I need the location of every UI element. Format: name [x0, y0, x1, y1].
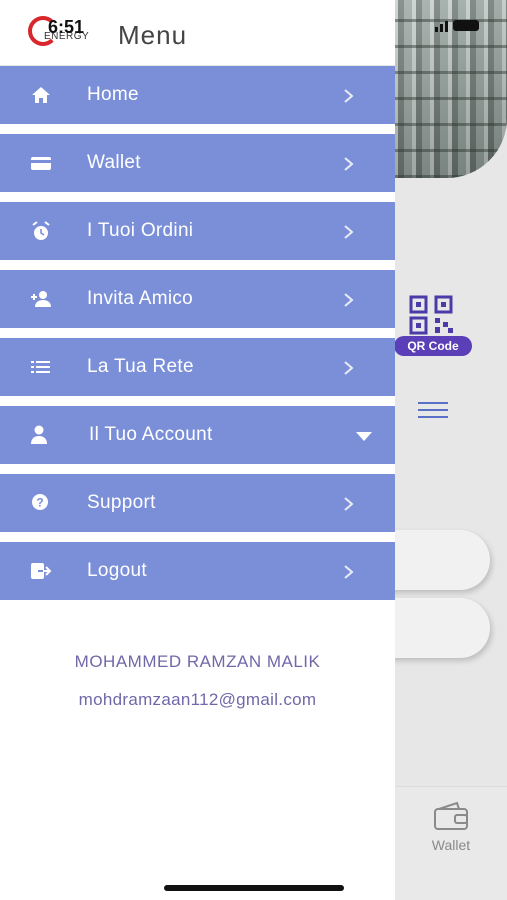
status-time: 6:51 — [48, 17, 85, 37]
alarm-icon — [32, 221, 50, 240]
card-icon — [31, 157, 51, 170]
menu-item-label: Wallet — [87, 152, 141, 173]
chevron-right-icon — [344, 293, 354, 307]
bottom-tab-bar: Wallet — [395, 786, 507, 900]
chevron-right-icon — [344, 89, 354, 103]
menu-item-support[interactable]: ? Support — [0, 474, 395, 532]
menu-item-label: Home — [87, 84, 139, 105]
hamburger-menu-icon[interactable] — [418, 402, 448, 418]
home-icon — [32, 87, 50, 103]
chevron-right-icon — [344, 361, 354, 375]
menu-item-label: La Tua Rete — [87, 356, 194, 377]
menu-item-label: Logout — [87, 560, 147, 581]
battery-icon — [453, 20, 479, 31]
navigation-drawer: ENERGY 6:51 Menu Home Wallet I Tuoi Ordi… — [0, 0, 395, 900]
drawer-header: ENERGY 6:51 Menu — [0, 0, 395, 66]
qr-code-icon — [409, 295, 453, 335]
list-icon — [31, 361, 50, 373]
help-icon: ? — [32, 494, 48, 510]
menu-item-label: Invita Amico — [87, 288, 194, 309]
caret-down-icon — [356, 432, 372, 441]
tab-wallet-label: Wallet — [431, 837, 471, 853]
chevron-right-icon — [344, 497, 354, 511]
qr-code-button[interactable]: QR Code — [394, 294, 472, 364]
menu-item-home[interactable]: Home — [0, 66, 395, 124]
chevron-right-icon — [344, 157, 354, 171]
person-icon — [31, 425, 47, 444]
status-icons — [435, 18, 479, 32]
menu-item-label: I Tuoi Ordini — [87, 220, 194, 241]
logout-icon — [31, 563, 52, 579]
user-email: mohdramzaan112@gmail.com — [78, 690, 317, 709]
menu-item-wallet[interactable]: Wallet — [0, 134, 395, 192]
tab-wallet[interactable]: Wallet — [395, 801, 507, 853]
menu-item-label: Support — [87, 492, 156, 513]
menu-item-orders[interactable]: I Tuoi Ordini — [0, 202, 395, 260]
chevron-right-icon — [344, 565, 354, 579]
home-indicator[interactable] — [164, 885, 344, 891]
qr-code-label: QR Code — [394, 336, 472, 356]
wallet-icon — [434, 801, 468, 830]
add-person-icon — [31, 291, 51, 307]
app-screen: QR Code Wallet ENERGY 6:51 Menu Home Wal… — [0, 0, 507, 900]
svg-text:?: ? — [36, 496, 43, 510]
drawer-title: Menu — [118, 20, 188, 50]
chevron-right-icon — [344, 225, 354, 239]
user-name: MOHAMMED RAMZAN MALIK — [74, 652, 321, 671]
menu-item-network[interactable]: La Tua Rete — [0, 338, 395, 396]
menu-item-label: Il Tuo Account — [89, 424, 213, 445]
menu-item-invite-friend[interactable]: Invita Amico — [0, 270, 395, 328]
menu-item-account[interactable]: Il Tuo Account — [0, 406, 395, 464]
menu-item-logout[interactable]: Logout — [0, 542, 395, 600]
